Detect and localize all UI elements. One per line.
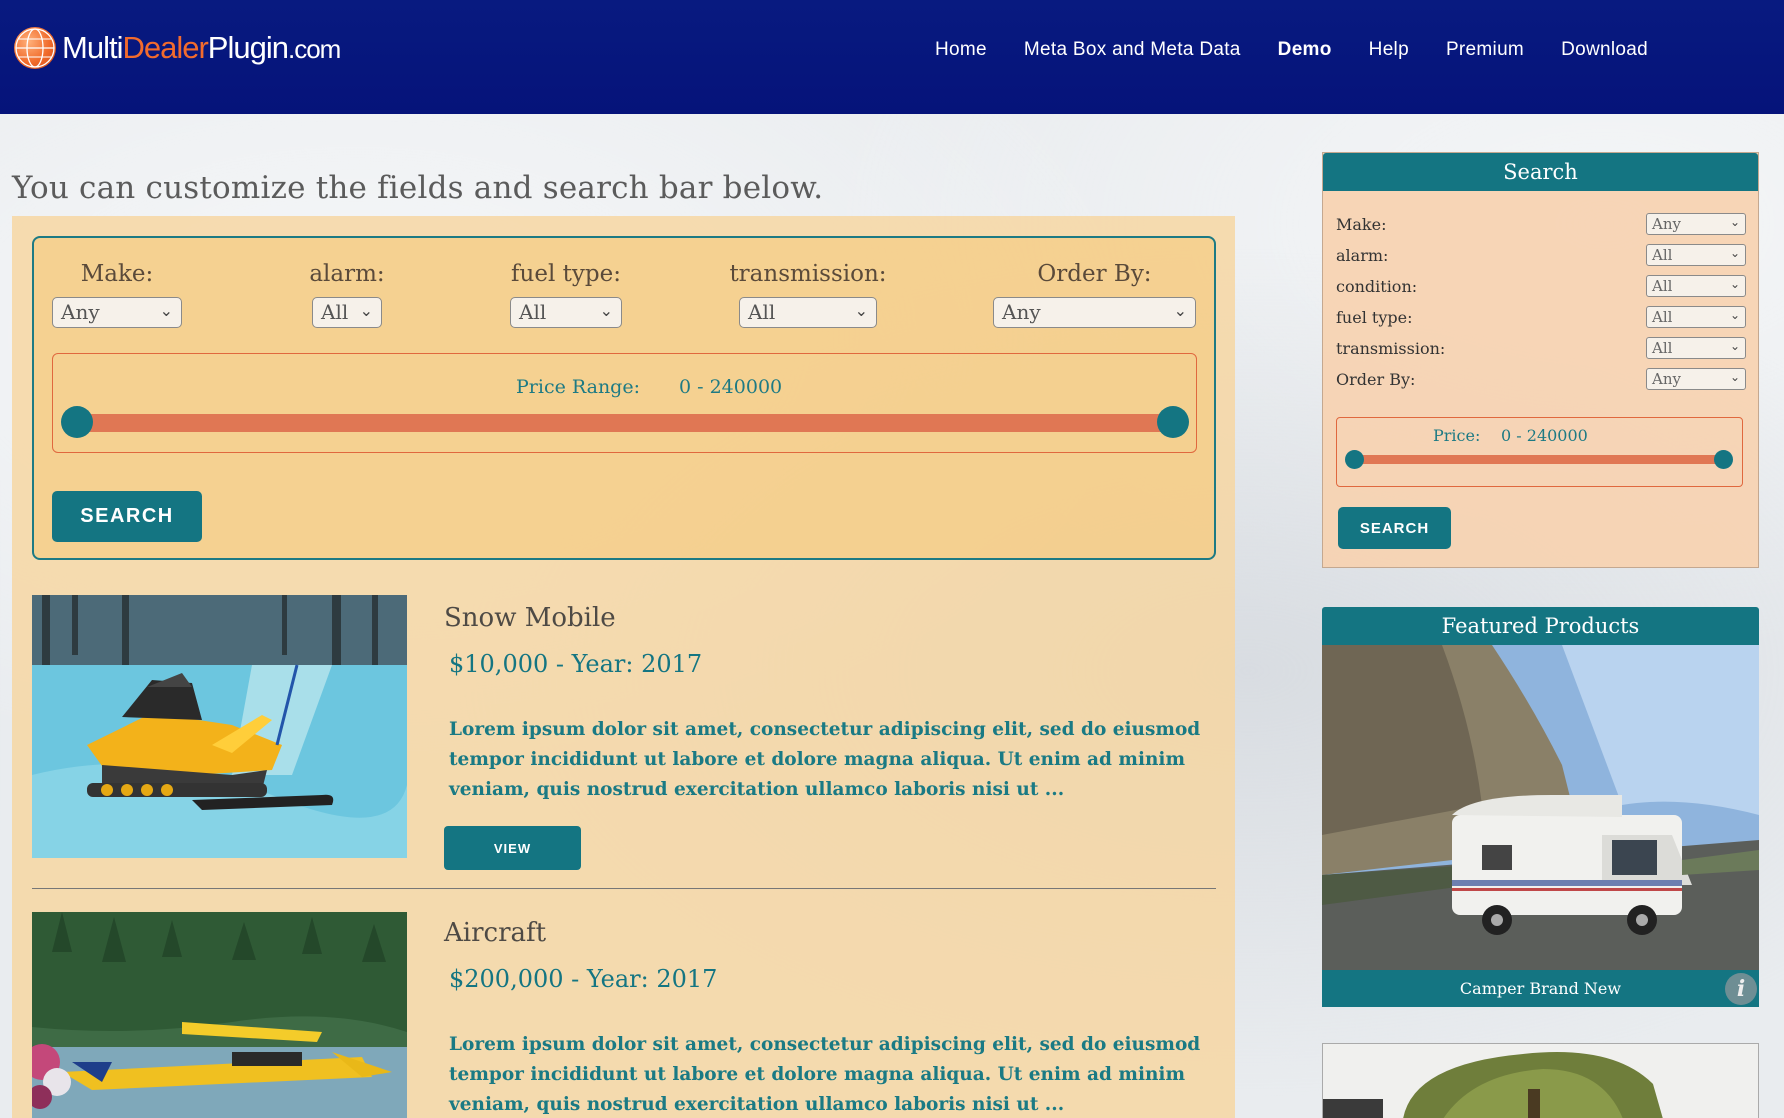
featured-products-title: Featured Products [1322,607,1759,645]
transmission-select[interactable]: All ⌄ [739,297,877,328]
price-range-value: 0 - 240000 [679,376,783,398]
nav-premium[interactable]: Premium [1446,39,1524,61]
listing-title[interactable]: Aircraft [444,918,546,948]
listing-title[interactable]: Snow Mobile [444,603,616,633]
sidebar-fuel-type-label: fuel type: [1336,308,1413,327]
chevron-down-icon: ⌄ [1729,308,1740,322]
price-slider-max-handle[interactable] [1157,406,1189,438]
fuel-type-field: fuel type: All ⌄ [510,261,622,328]
nav-home[interactable]: Home [935,39,987,61]
sidebar-search-widget: Search Make: Any ⌄ alarm: All ⌄ condition:… [1322,152,1759,568]
price-slider-min-handle[interactable] [61,406,93,438]
camper-image[interactable] [1322,645,1759,970]
sidebar-alarm-row: alarm: All ⌄ [1336,244,1746,268]
sidebar-condition-label: condition: [1336,277,1418,296]
listing-divider [32,888,1216,889]
sidebar-make-select[interactable]: Any ⌄ [1646,213,1746,235]
chevron-down-icon: ⌄ [359,301,373,320]
fuel-type-label: fuel type: [511,261,621,287]
aircraft-image[interactable] [32,912,407,1118]
featured-caption[interactable]: Camper Brand New i [1322,970,1759,1007]
logo-text: MultiDealerPlugin.com [62,30,341,65]
globe-icon [14,27,56,69]
listing-price: $10,000 - Year: 2017 [449,650,703,678]
sidebar-order-by-select[interactable]: Any ⌄ [1646,368,1746,390]
chevron-down-icon: ⌄ [1173,301,1187,320]
sidebar-order-by-row: Order By: Any ⌄ [1336,368,1746,392]
fuel-type-select[interactable]: All ⌄ [510,297,622,328]
featured-products-widget: Featured Products Camper Brand New i [1322,607,1759,1007]
sidebar-make-label: Make: [1336,215,1387,234]
sidebar-condition-row: condition: All ⌄ [1336,275,1746,299]
featured-product-2-image[interactable] [1322,1043,1759,1118]
nav-demo[interactable]: Demo [1278,39,1332,61]
order-by-field: Order By: Any ⌄ [993,261,1196,328]
sidebar-condition-select[interactable]: All ⌄ [1646,275,1746,297]
make-select[interactable]: Any ⌄ [52,297,182,328]
listing-price: $200,000 - Year: 2017 [449,965,718,993]
make-field: Make: Any ⌄ [52,261,182,328]
search-button[interactable]: SEARCH [52,491,202,542]
sidebar-search-button[interactable]: SEARCH [1338,507,1451,549]
sidebar-transmission-select[interactable]: All ⌄ [1646,337,1746,359]
sidebar-make-row: Make: Any ⌄ [1336,213,1746,237]
site-header: MultiDealerPlugin.com Home Meta Box and … [0,0,1784,114]
alarm-label: alarm: [309,261,385,287]
listing-item: Aircraft $200,000 - Year: 2017 Lorem ips… [32,912,1216,1118]
sidebar-transmission-label: transmission: [1336,339,1446,358]
site-logo[interactable]: MultiDealerPlugin.com [14,27,341,69]
nav-download[interactable]: Download [1561,39,1648,61]
main-nav: Home Meta Box and Meta Data Demo Help Pr… [935,39,1685,61]
featured-caption-text: Camper Brand New [1459,979,1622,998]
sidebar-order-by-label: Order By: [1336,370,1416,389]
sidebar-price-slider-track[interactable] [1353,455,1723,464]
sidebar-fuel-type-row: fuel type: All ⌄ [1336,306,1746,330]
sidebar-price-min-handle[interactable] [1345,450,1364,469]
chevron-down-icon: ⌄ [1729,246,1740,260]
sidebar-fuel-type-select[interactable]: All ⌄ [1646,306,1746,328]
sidebar-transmission-row: transmission: All ⌄ [1336,337,1746,361]
chevron-down-icon: ⌄ [159,301,173,320]
sidebar-search-title: Search [1323,153,1758,191]
intro-text: You can customize the fields and search … [12,170,824,206]
chevron-down-icon: ⌄ [599,301,613,320]
price-range-box: Price Range: 0 - 240000 [52,353,1197,453]
sidebar-price-value: 0 - 240000 [1501,426,1588,445]
nav-meta-box[interactable]: Meta Box and Meta Data [1024,39,1241,61]
nav-help[interactable]: Help [1369,39,1409,61]
sidebar-alarm-label: alarm: [1336,246,1389,265]
sidebar-price-box: Price: 0 - 240000 [1336,417,1743,487]
order-by-label: Order By: [1037,261,1152,287]
view-button[interactable]: VIEW [444,826,581,870]
alarm-field: alarm: All ⌄ [307,261,387,328]
price-range-label: Price Range: [516,376,640,398]
transmission-label: transmission: [729,261,887,287]
chevron-down-icon: ⌄ [1729,370,1740,384]
info-icon[interactable]: i [1725,973,1757,1005]
sidebar-price-max-handle[interactable] [1714,450,1733,469]
chevron-down-icon: ⌄ [1729,215,1740,229]
chevron-down-icon: ⌄ [1729,339,1740,353]
transmission-field: transmission: All ⌄ [728,261,888,328]
listing-item: Snow Mobile $10,000 - Year: 2017 Lorem i… [32,595,1216,885]
make-label: Make: [80,261,154,287]
chevron-down-icon: ⌄ [854,301,868,320]
price-slider-track[interactable] [77,414,1173,432]
listing-description: Lorem ipsum dolor sit amet, consectetur … [449,719,1201,800]
order-by-select[interactable]: Any ⌄ [993,297,1196,328]
listing-description: Lorem ipsum dolor sit amet, consectetur … [449,1034,1201,1115]
sidebar-alarm-select[interactable]: All ⌄ [1646,244,1746,266]
snow-mobile-image[interactable] [32,595,407,858]
sidebar-price-label: Price: [1433,426,1481,445]
chevron-down-icon: ⌄ [1729,277,1740,291]
alarm-select[interactable]: All ⌄ [312,297,382,328]
